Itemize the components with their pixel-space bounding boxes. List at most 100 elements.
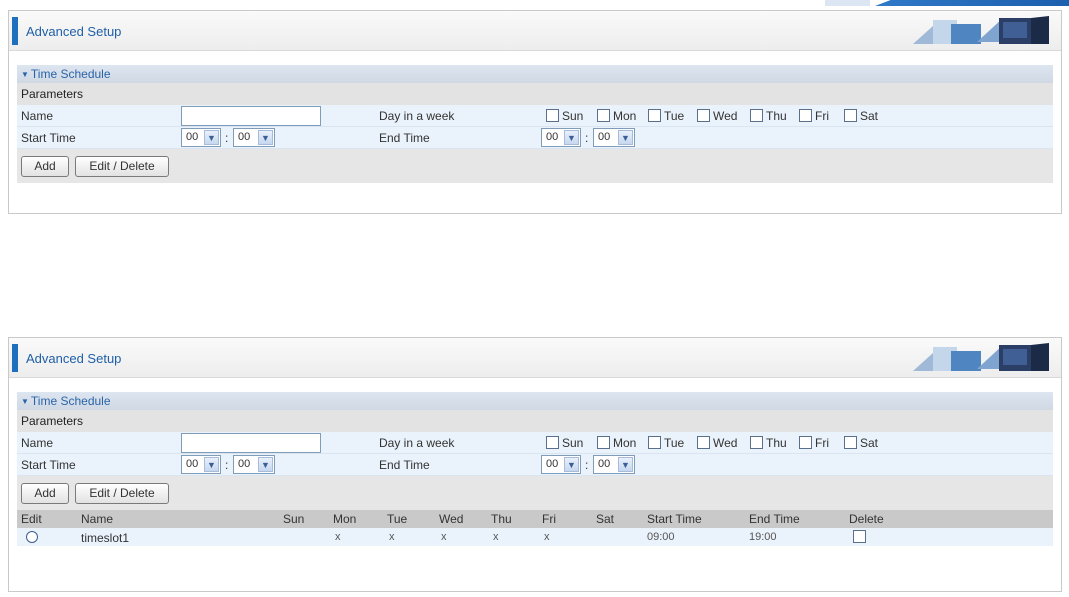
schedule-table-header: Edit Name Sun Mon Tue Wed Thu Fri Sat St… xyxy=(17,510,1053,528)
col-tue: Tue xyxy=(387,512,408,526)
top-decoration xyxy=(800,0,1069,6)
end-colon: : xyxy=(585,131,589,145)
checkbox-thu[interactable] xyxy=(750,436,763,449)
header-accent-bar xyxy=(12,17,18,45)
section-title: Time Schedule xyxy=(30,67,111,81)
checkbox-sun[interactable] xyxy=(546,109,559,122)
col-delete: Delete xyxy=(849,512,884,526)
start-hour-select[interactable]: 00 ▼ xyxy=(181,455,221,474)
checkbox-fri[interactable] xyxy=(799,436,812,449)
end-hour-select[interactable]: 00 ▼ xyxy=(541,455,581,474)
end-hour-select[interactable]: 00 ▼ xyxy=(541,128,581,147)
name-label: Name xyxy=(21,436,54,450)
parameters-label: Parameters xyxy=(21,414,84,428)
parameters-row: Parameters xyxy=(17,410,1053,432)
checkbox-sat[interactable] xyxy=(844,436,857,449)
checkbox-mon-label: Mon xyxy=(613,436,637,450)
checkbox-sun[interactable] xyxy=(546,436,559,449)
col-start-time: Start Time xyxy=(647,512,702,526)
checkbox-wed[interactable] xyxy=(697,436,710,449)
page-title: Advanced Setup xyxy=(26,24,122,39)
start-colon: : xyxy=(225,131,229,145)
start-time-label: Start Time xyxy=(21,131,76,145)
header-accent-bar xyxy=(12,344,18,372)
name-input[interactable] xyxy=(181,106,321,126)
checkbox-wed[interactable] xyxy=(697,109,710,122)
start-hour-select[interactable]: 00 ▼ xyxy=(181,128,221,147)
col-thu: Thu xyxy=(491,512,512,526)
row-start-time: 09:00 xyxy=(647,531,675,543)
col-end-time: End Time xyxy=(749,512,800,526)
section-header[interactable]: ▼ Time Schedule xyxy=(17,392,1053,410)
start-minute-select[interactable]: 00 ▼ xyxy=(233,455,275,474)
checkbox-wed-label: Wed xyxy=(713,109,738,123)
start-minute-value: 00 xyxy=(238,131,251,143)
checkbox-tue[interactable] xyxy=(648,109,661,122)
button-row: Add Edit / Delete xyxy=(17,476,1053,510)
name-label: Name xyxy=(21,109,54,123)
name-day-row: Name Day in a week Sun Mon Tue Wed Thu F… xyxy=(17,105,1053,127)
checkbox-tue-label: Tue xyxy=(664,109,685,123)
section-title: Time Schedule xyxy=(30,394,111,408)
page-title: Advanced Setup xyxy=(26,351,122,366)
panel-header: Advanced Setup xyxy=(9,338,1061,378)
chevron-down-icon: ▼ xyxy=(618,457,633,472)
name-input[interactable] xyxy=(181,433,321,453)
day-in-week-label: Day in a week xyxy=(379,436,455,450)
delete-checkbox[interactable] xyxy=(853,530,866,543)
edit-delete-button[interactable]: Edit / Delete xyxy=(75,483,169,504)
table-row: timeslot1 x x x x x 09:00 19:00 xyxy=(17,528,1053,546)
chevron-down-icon: ▼ xyxy=(258,130,273,145)
end-minute-select[interactable]: 00 ▼ xyxy=(593,455,635,474)
edit-delete-button[interactable]: Edit / Delete xyxy=(75,156,169,177)
checkbox-sat[interactable] xyxy=(844,109,857,122)
start-hour-value: 00 xyxy=(186,458,199,470)
checkbox-sun-label: Sun xyxy=(562,436,584,450)
checkbox-mon[interactable] xyxy=(597,109,610,122)
time-schedule-section: ▼ Time Schedule Parameters Name Day in a … xyxy=(17,392,1053,546)
time-row: Start Time 00 ▼ : 00 ▼ End Time 00 ▼ : 00 ▼ xyxy=(17,454,1053,476)
end-minute-select[interactable]: 00 ▼ xyxy=(593,128,635,147)
end-colon: : xyxy=(585,458,589,472)
checkbox-tue[interactable] xyxy=(648,436,661,449)
chevron-down-icon: ▼ xyxy=(618,130,633,145)
checkbox-wed-label: Wed xyxy=(713,436,738,450)
row-thu: x xyxy=(493,531,499,543)
collapse-triangle-icon: ▼ xyxy=(21,70,29,79)
col-sun: Sun xyxy=(283,512,305,526)
checkbox-fri-label: Fri xyxy=(815,109,829,123)
col-wed: Wed xyxy=(439,512,464,526)
start-colon: : xyxy=(225,458,229,472)
start-minute-select[interactable]: 00 ▼ xyxy=(233,128,275,147)
edit-radio[interactable] xyxy=(26,531,38,543)
checkbox-sun-label: Sun xyxy=(562,109,584,123)
parameters-row: Parameters xyxy=(17,83,1053,105)
row-end-time: 19:00 xyxy=(749,531,777,543)
row-mon: x xyxy=(335,531,341,543)
checkbox-thu-label: Thu xyxy=(766,436,787,450)
collapse-triangle-icon: ▼ xyxy=(21,397,29,406)
chevron-down-icon: ▼ xyxy=(564,130,579,145)
header-art-icon xyxy=(913,16,1049,44)
section-header[interactable]: ▼ Time Schedule xyxy=(17,65,1053,83)
checkbox-fri-label: Fri xyxy=(815,436,829,450)
row-tue: x xyxy=(389,531,395,543)
day-in-week-label: Day in a week xyxy=(379,109,455,123)
chevron-down-icon: ▼ xyxy=(258,457,273,472)
parameters-label: Parameters xyxy=(21,87,84,101)
row-wed: x xyxy=(441,531,447,543)
row-fri: x xyxy=(544,531,550,543)
checkbox-fri[interactable] xyxy=(799,109,812,122)
end-time-label: End Time xyxy=(379,458,430,472)
add-button[interactable]: Add xyxy=(21,156,69,177)
add-button[interactable]: Add xyxy=(21,483,69,504)
start-minute-value: 00 xyxy=(238,458,251,470)
time-row: Start Time 00 ▼ : 00 ▼ End Time 00 ▼ : 00 ▼ xyxy=(17,127,1053,149)
checkbox-tue-label: Tue xyxy=(664,436,685,450)
start-hour-value: 00 xyxy=(186,131,199,143)
checkbox-thu[interactable] xyxy=(750,109,763,122)
checkbox-mon[interactable] xyxy=(597,436,610,449)
row-name: timeslot1 xyxy=(81,531,130,545)
button-row: Add Edit / Delete xyxy=(17,149,1053,183)
end-hour-value: 00 xyxy=(546,131,559,143)
